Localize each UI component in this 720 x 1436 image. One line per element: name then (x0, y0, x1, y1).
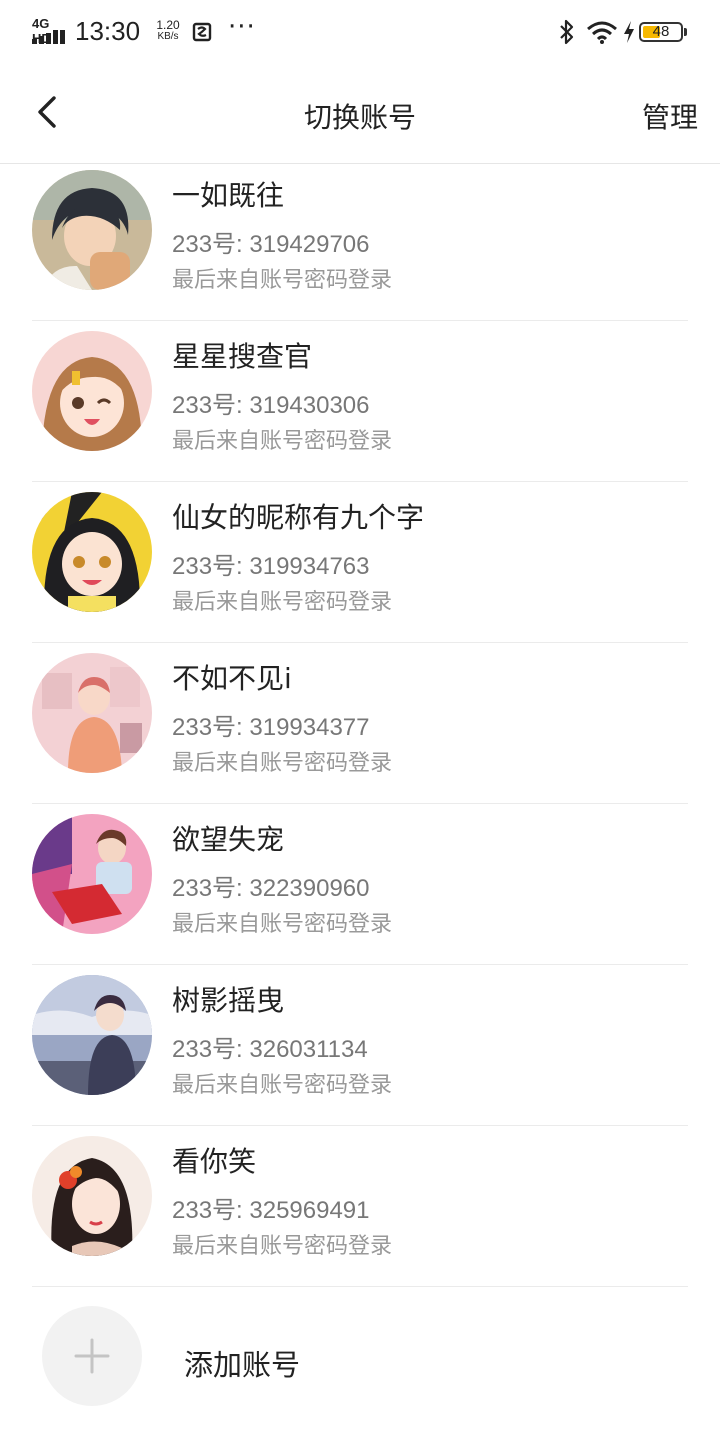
network-speed-value: 1.20 (156, 18, 180, 32)
more-icon: ··· (228, 12, 256, 42)
bluetooth-icon (560, 19, 574, 45)
login-source: 最后来自账号密码登录 (172, 590, 393, 615)
charging-icon (624, 21, 634, 43)
account-id: 233号: 319934763 (172, 553, 370, 580)
account-item[interactable]: 树影摇曳 233号: 326031134 最后来自账号密码登录 (0, 965, 720, 1126)
manage-button[interactable]: 管理 (642, 96, 698, 136)
divider (32, 1286, 688, 1287)
wifi-icon (587, 21, 617, 44)
avatar (32, 653, 152, 773)
plus-icon (74, 1338, 110, 1374)
account-name: 欲望失宠 (172, 823, 285, 856)
login-source: 最后来自账号密码登录 (172, 429, 393, 454)
avatar (32, 1136, 152, 1256)
add-account-label: 添加账号 (184, 1348, 301, 1382)
account-item[interactable]: 仙女的昵称有九个字 233号: 319934763 最后来自账号密码登录 (0, 482, 720, 643)
avatar (32, 170, 152, 290)
page-title: 切换账号 (303, 101, 416, 134)
status-bar: 4G HD 13:30 1.20 KB/s ··· 48 (0, 0, 720, 64)
account-id: 233号: 319429706 (172, 231, 370, 258)
add-account-button[interactable]: 添加账号 (0, 1296, 720, 1416)
account-item[interactable]: 一如既往 233号: 319429706 最后来自账号密码登录 (0, 160, 720, 321)
avatar (32, 975, 152, 1095)
account-id: 233号: 326031134 (172, 1036, 368, 1063)
avatar (32, 492, 152, 612)
account-id: 233号: 319934377 (172, 714, 370, 741)
account-id: 233号: 319430306 (172, 392, 370, 419)
account-item[interactable]: 星星搜查官 233号: 319430306 最后来自账号密码登录 (0, 321, 720, 482)
battery-level: 48 (652, 23, 670, 40)
account-id: 233号: 322390960 (172, 875, 370, 902)
account-name: 星星搜查官 (172, 340, 313, 373)
signal-icon: 4G HD (32, 16, 68, 46)
avatar (32, 814, 152, 934)
account-item[interactable]: 看你笑 233号: 325969491 最后来自账号密码登录 (0, 1126, 720, 1287)
account-item[interactable]: 欲望失宠 233号: 322390960 最后来自账号密码登录 (0, 804, 720, 965)
login-source: 最后来自账号密码登录 (172, 268, 393, 293)
clock: 13:30 (75, 16, 141, 46)
login-source: 最后来自账号密码登录 (172, 1234, 393, 1259)
navigation-header: 切换账号 管理 (0, 64, 720, 164)
login-source: 最后来自账号密码登录 (172, 751, 393, 776)
login-source: 最后来自账号密码登录 (172, 1073, 393, 1098)
account-name: 不如不见i (172, 662, 292, 695)
account-name: 看你笑 (172, 1145, 257, 1178)
app-notification-icon (192, 22, 212, 42)
account-name: 树影摇曳 (172, 984, 285, 1017)
battery-tip (684, 28, 687, 36)
account-item[interactable]: 不如不见i 233号: 319934377 最后来自账号密码登录 (0, 643, 720, 804)
account-id: 233号: 325969491 (172, 1197, 370, 1224)
account-name: 仙女的昵称有九个字 (172, 501, 425, 534)
avatar (32, 331, 152, 451)
battery-icon: 48 (639, 22, 683, 42)
login-source: 最后来自账号密码登录 (172, 912, 393, 937)
account-name: 一如既往 (172, 179, 285, 212)
add-account-circle (42, 1306, 142, 1406)
network-speed: 1.20 KB/s (151, 19, 185, 43)
network-speed-unit: KB/s (157, 31, 179, 42)
